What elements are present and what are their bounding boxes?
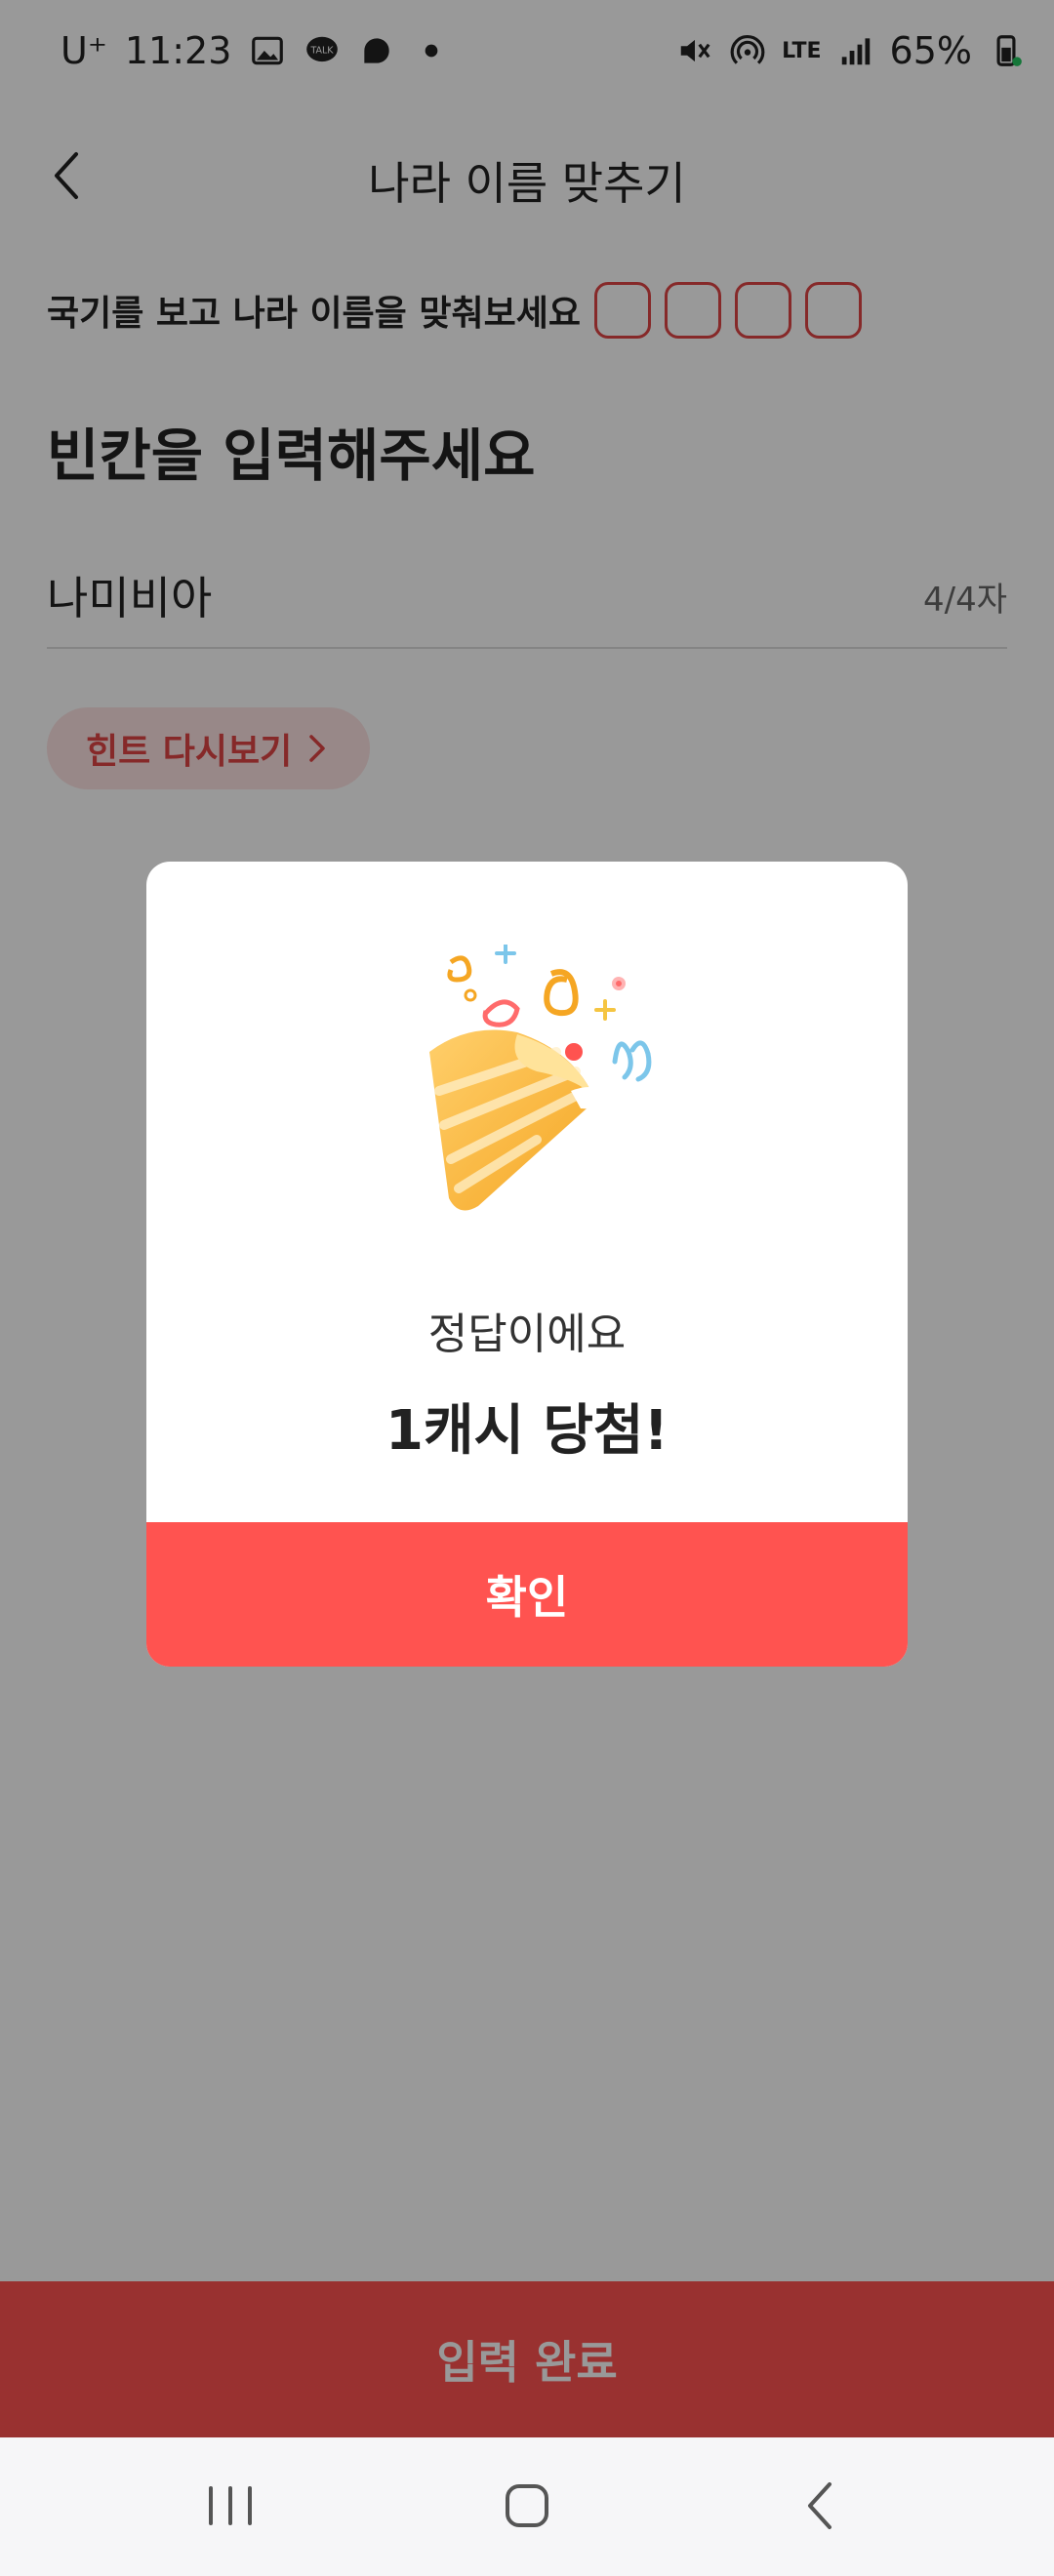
home-icon[interactable] <box>488 2467 566 2545</box>
result-message: 정답이에요 <box>427 1309 627 1359</box>
recents-icon[interactable] <box>191 2467 269 2545</box>
reward-text: 1캐시 당첨! <box>385 1399 669 1463</box>
confirm-button[interactable]: 확인 <box>146 1522 908 1667</box>
system-nav-bar <box>0 2437 1054 2576</box>
back-icon[interactable] <box>783 2467 861 2545</box>
party-popper-icon <box>429 945 652 1211</box>
confirm-button-label: 확인 <box>485 1571 569 1624</box>
result-dialog: 정답이에요 1캐시 당첨! 확인 <box>146 862 908 1667</box>
